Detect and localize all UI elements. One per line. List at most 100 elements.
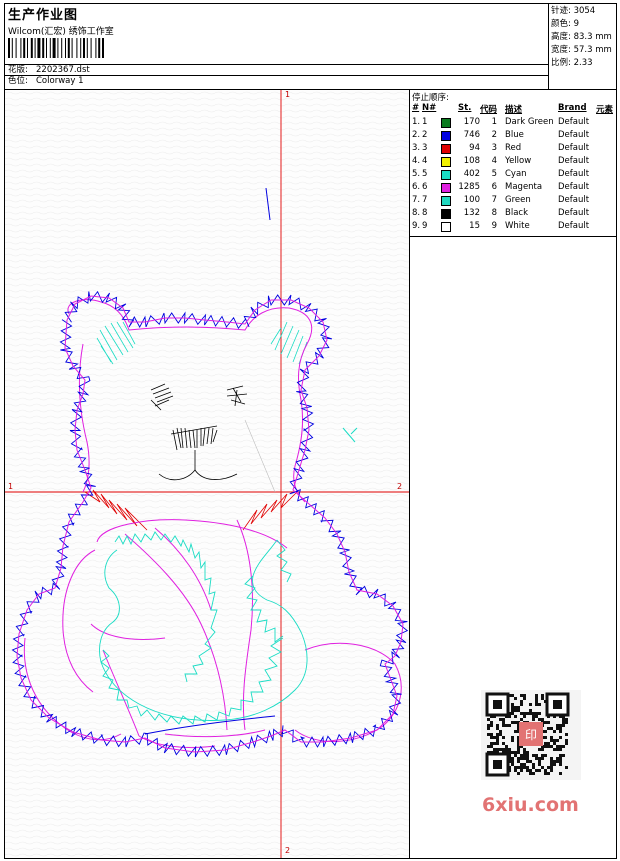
row-num: 8. <box>412 208 421 218</box>
colorway-value: Colorway 1 <box>36 76 84 86</box>
stat-scale: 比例: 2.33 <box>551 58 593 68</box>
stat-width: 宽度: 57.3 mm <box>551 45 612 55</box>
row-num: 4. <box>412 156 421 166</box>
row-brand: Default <box>558 156 590 166</box>
row-brand: Default <box>558 143 590 153</box>
stat-colors: 颜色: 9 <box>551 19 579 29</box>
row-n: 1 <box>422 117 428 127</box>
sequence-row: 4. 4 108 4 Yellow Default <box>410 155 616 168</box>
sequence-header: # N# St. 代码 描述 Brand 元素 <box>410 103 616 115</box>
row-desc: Green <box>505 195 531 205</box>
teddy-bear-embroidery <box>5 90 409 858</box>
row-stitches: 94 <box>469 143 480 153</box>
row-n: 9 <box>422 221 428 231</box>
row-desc: White <box>505 221 530 231</box>
row-desc: Black <box>505 208 528 218</box>
row-code: 7 <box>491 195 497 205</box>
color-swatch <box>441 157 451 167</box>
color-swatch <box>441 170 451 180</box>
color-swatch <box>441 131 451 141</box>
row-stitches: 170 <box>463 117 480 127</box>
sequence-row: 9. 9 15 9 White Default <box>410 220 616 233</box>
sequence-row: 7. 7 100 7 Green Default <box>410 194 616 207</box>
row-stitches: 100 <box>463 195 480 205</box>
row-num: 6. <box>412 182 421 192</box>
row-stitches: 1285 <box>458 182 480 192</box>
header-desc: 描述 <box>505 105 523 115</box>
row-n: 4 <box>422 156 428 166</box>
sequence-title: 停止顺序: <box>412 93 449 103</box>
sequence-row: 5. 5 402 5 Cyan Default <box>410 168 616 181</box>
watermark-text: 6xiu.com <box>482 794 579 816</box>
color-swatch <box>441 118 451 128</box>
row-n: 6 <box>422 182 428 192</box>
row-stitches: 746 <box>463 130 480 140</box>
row-brand: Default <box>558 117 590 127</box>
stat-stitches: 针迹: 3054 <box>551 6 596 16</box>
row-code: 4 <box>491 156 497 166</box>
stat-height: 高度: 83.3 mm <box>551 32 612 42</box>
header-st: St. <box>458 103 472 113</box>
color-swatch <box>441 209 451 219</box>
colorway-line: 色位: Colorway 1 <box>5 75 549 86</box>
color-swatch <box>441 183 451 193</box>
sequence-row: 8. 8 132 8 Black Default <box>410 207 616 220</box>
colorway-label: 色位: <box>8 76 28 86</box>
row-num: 7. <box>412 195 421 205</box>
row-num: 2. <box>412 130 421 140</box>
row-code: 2 <box>491 130 497 140</box>
row-n: 8 <box>422 208 428 218</box>
sequence-row: 6. 6 1285 6 Magenta Default <box>410 181 616 194</box>
axis-label-left: 1 <box>8 482 14 491</box>
row-brand: Default <box>558 130 590 140</box>
row-desc: Magenta <box>505 182 543 192</box>
color-swatch <box>441 222 451 232</box>
row-num: 1. <box>412 117 421 127</box>
row-num: 3. <box>412 143 421 153</box>
row-stitches: 108 <box>463 156 480 166</box>
row-code: 8 <box>491 208 497 218</box>
axis-label-bottom: 2 <box>285 846 291 855</box>
page-title: 生产作业图 <box>8 8 79 23</box>
header-code: 代码 <box>480 105 498 115</box>
company-name: Wilcom(汇宏) 绣饰工作室 <box>8 27 114 37</box>
stats-panel: 针迹: 3054 颜色: 9 高度: 83.3 mm 宽度: 57.3 mm 比… <box>549 4 616 90</box>
row-desc: Cyan <box>505 169 527 179</box>
header: 生产作业图 Wilcom(汇宏) 绣饰工作室 花版: 2202367.dst 色位… <box>5 4 549 90</box>
row-n: 5 <box>422 169 428 179</box>
header-elem: 元素 <box>596 105 614 115</box>
row-brand: Default <box>558 195 590 205</box>
row-stitches: 15 <box>469 221 480 231</box>
row-code: 5 <box>491 169 497 179</box>
row-code: 1 <box>491 117 497 127</box>
svg-text:印: 印 <box>525 728 537 742</box>
row-brand: Default <box>558 221 590 231</box>
row-brand: Default <box>558 208 590 218</box>
row-brand: Default <box>558 182 590 192</box>
qr-code: 印 <box>481 690 581 780</box>
header-num: # <box>412 103 420 113</box>
design-value: 2202367.dst <box>36 65 90 75</box>
row-code: 3 <box>491 143 497 153</box>
header-n: N# <box>422 103 437 113</box>
row-n: 2 <box>422 130 428 140</box>
design-preview: 1 2 1 2 <box>5 90 410 858</box>
row-code: 6 <box>491 182 497 192</box>
production-worksheet: 生产作业图 Wilcom(汇宏) 绣饰工作室 花版: 2202367.dst 色位… <box>4 3 617 859</box>
axis-label-right: 2 <box>397 482 403 491</box>
row-stitches: 132 <box>463 208 480 218</box>
row-stitches: 402 <box>463 169 480 179</box>
stop-sequence-table: 停止顺序: # N# St. 代码 描述 Brand 元素 1. 1 170 1 Dar… <box>410 90 616 237</box>
row-desc: Red <box>505 143 522 153</box>
row-num: 5. <box>412 169 421 179</box>
row-n: 3 <box>422 143 428 153</box>
row-n: 7 <box>422 195 428 205</box>
color-swatch <box>441 196 451 206</box>
header-brand: Brand <box>558 103 587 113</box>
row-desc: Yellow <box>505 156 532 166</box>
sequence-row: 2. 2 746 2 Blue Default <box>410 129 616 142</box>
design-line: 花版: 2202367.dst <box>5 64 549 75</box>
axis-label-top: 1 <box>285 90 291 99</box>
barcode <box>8 38 104 58</box>
sequence-row: 1. 1 170 1 Dark Green Default <box>410 116 616 129</box>
